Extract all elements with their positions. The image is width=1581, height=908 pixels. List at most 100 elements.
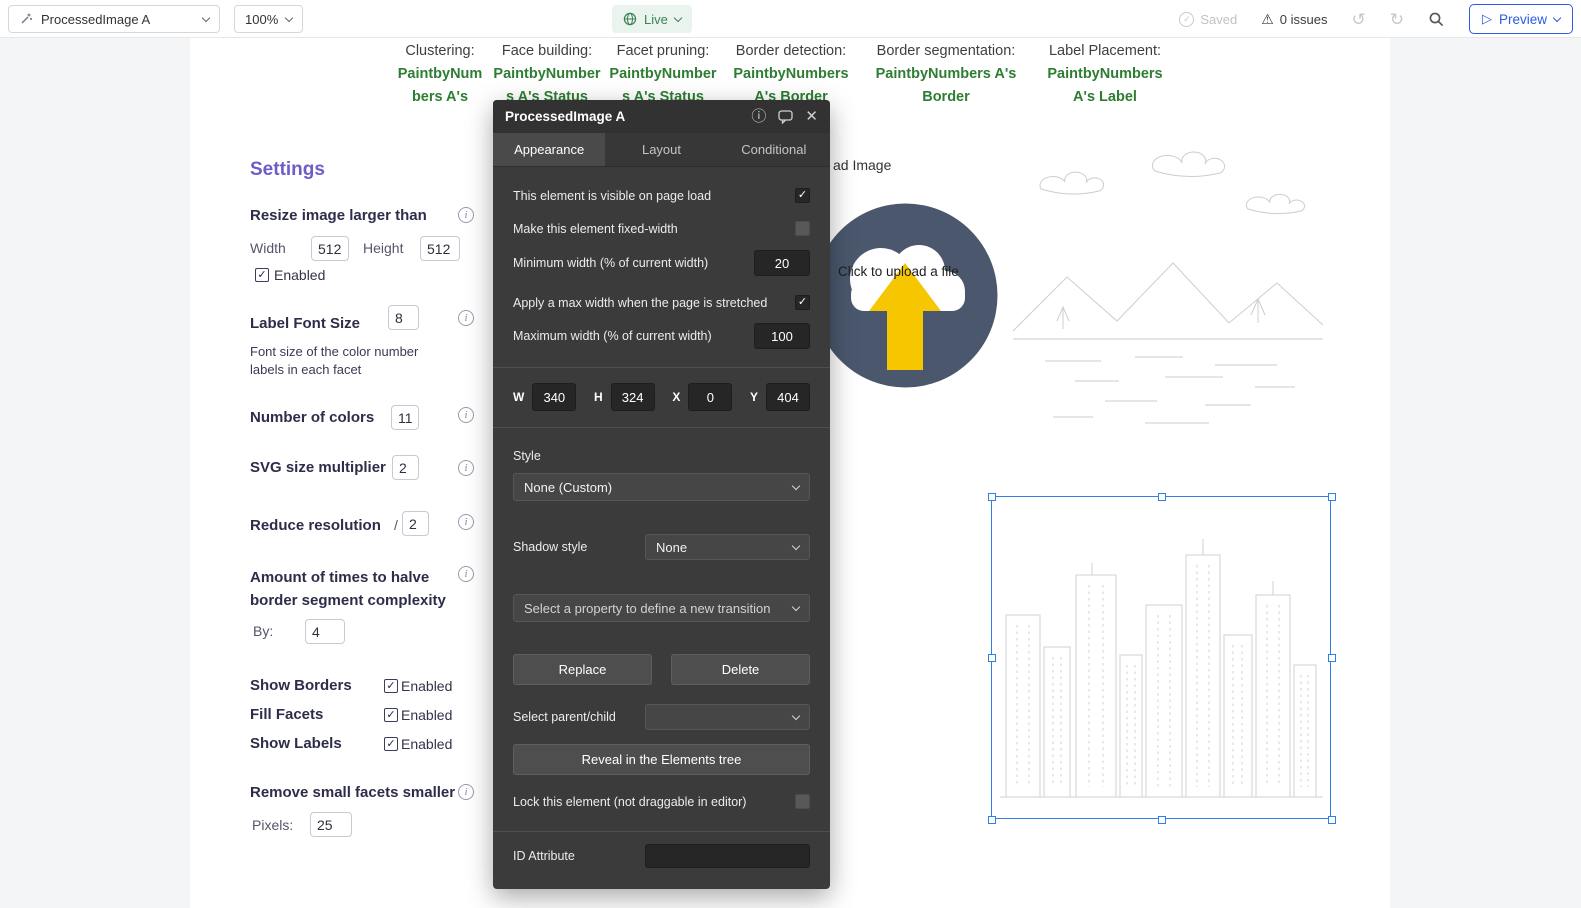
- svg-multiplier-input[interactable]: [392, 455, 419, 480]
- undo-button[interactable]: ↺: [1351, 11, 1365, 28]
- pixels-label: Pixels:: [252, 817, 294, 833]
- resize-handle-top-right[interactable]: [1328, 493, 1336, 501]
- resize-handle-middle-left[interactable]: [988, 654, 996, 662]
- width-dim-input[interactable]: [532, 383, 577, 411]
- fixed-width-row: Make this element fixed-width: [513, 221, 810, 236]
- resize-handle-top-center[interactable]: [1158, 493, 1166, 501]
- width-input[interactable]: [311, 236, 349, 261]
- min-width-input[interactable]: [754, 250, 810, 276]
- status-text-label-placement[interactable]: Label Placement: PaintbyNumbers A's Labe…: [1040, 40, 1170, 109]
- remove-small-facets-label: Remove small facets smaller: [250, 784, 456, 801]
- zoom-dropdown[interactable]: 100%: [234, 5, 304, 33]
- delete-button[interactable]: Delete: [671, 654, 810, 685]
- tab-layout[interactable]: Layout: [605, 133, 717, 166]
- fixed-width-checkbox[interactable]: [795, 221, 810, 236]
- info-icon[interactable]: i: [458, 784, 474, 800]
- y-dim-input[interactable]: [766, 383, 810, 411]
- number-of-colors-input[interactable]: [391, 405, 419, 430]
- reduce-resolution-label: Reduce resolution: [250, 517, 381, 534]
- resize-handle-middle-right[interactable]: [1328, 654, 1336, 662]
- status-text-face-building[interactable]: Face building: PaintbyNumbers A's Status: [492, 40, 602, 109]
- info-icon[interactable]: i: [458, 514, 474, 530]
- resize-handle-bottom-center[interactable]: [1158, 816, 1166, 824]
- visible-on-load-row: This element is visible on page load ✓: [513, 188, 810, 203]
- parent-child-dropdown[interactable]: [645, 704, 810, 730]
- show-borders-enabled-label: Enabled: [401, 678, 453, 694]
- id-attribute-label: ID Attribute: [513, 849, 575, 863]
- replace-button[interactable]: Replace: [513, 654, 652, 685]
- reveal-in-tree-button[interactable]: Reveal in the Elements tree: [513, 744, 810, 775]
- info-icon[interactable]: i: [458, 460, 474, 476]
- chevron-down-icon: [1552, 13, 1562, 22]
- max-width-toggle-row: Apply a max width when the page is stret…: [513, 295, 810, 310]
- upload-click-text[interactable]: Click to upload a file: [838, 264, 968, 279]
- upload-file-widget[interactable]: [813, 203, 998, 388]
- show-labels-checkbox[interactable]: ✓: [384, 737, 398, 751]
- zoom-value: 100%: [245, 11, 279, 27]
- close-icon[interactable]: ✕: [805, 109, 818, 124]
- fill-facets-checkbox[interactable]: ✓: [384, 708, 398, 722]
- processed-image-sketch[interactable]: [1005, 125, 1330, 455]
- divider: [493, 427, 830, 428]
- visible-on-load-label: This element is visible on page load: [513, 188, 712, 203]
- max-width-input[interactable]: [754, 323, 810, 349]
- info-icon[interactable]: ⓘ: [751, 109, 766, 124]
- x-dim-input[interactable]: [688, 383, 733, 411]
- resize-handle-bottom-right[interactable]: [1328, 816, 1336, 824]
- lock-element-label: Lock this element (not draggable in edit…: [513, 794, 747, 809]
- status-text-facet-pruning[interactable]: Facet pruning: PaintbyNumbers A's Status: [608, 40, 718, 109]
- property-panel-tabs: Appearance Layout Conditional: [493, 133, 830, 167]
- max-width-row: Maximum width (% of current width): [513, 323, 810, 349]
- resize-enabled-checkbox[interactable]: ✓: [255, 268, 269, 282]
- height-dim-input[interactable]: [610, 383, 655, 411]
- max-width-label: Maximum width (% of current width): [513, 329, 712, 343]
- save-status: ✓ Saved: [1179, 11, 1237, 27]
- info-icon[interactable]: i: [458, 310, 474, 326]
- environment-dropdown[interactable]: Live: [612, 5, 692, 33]
- redo-button[interactable]: ↻: [1390, 11, 1404, 28]
- show-labels-enabled-label: Enabled: [401, 736, 453, 752]
- settings-heading: Settings: [250, 159, 325, 180]
- min-width-label: Minimum width (% of current width): [513, 256, 709, 270]
- visible-on-load-checkbox[interactable]: ✓: [795, 188, 810, 203]
- show-borders-checkbox[interactable]: ✓: [384, 679, 398, 693]
- resize-enabled-label: Enabled: [274, 267, 326, 283]
- height-input[interactable]: [420, 236, 460, 261]
- element-selector-dropdown[interactable]: ProcessedImage A: [8, 5, 220, 33]
- info-icon[interactable]: i: [458, 566, 474, 582]
- status-text-border-segmentation[interactable]: Border segmentation: PaintbyNumbers A's …: [861, 40, 1031, 109]
- lock-element-checkbox[interactable]: [795, 794, 810, 809]
- svg-multiplier-label: SVG size multiplier: [250, 459, 386, 476]
- max-width-toggle-checkbox[interactable]: ✓: [795, 295, 810, 310]
- shadow-style-dropdown[interactable]: None: [645, 534, 810, 560]
- resize-handle-top-left[interactable]: [988, 493, 996, 501]
- tab-conditional[interactable]: Conditional: [718, 133, 830, 166]
- preview-button[interactable]: ▷ Preview: [1468, 4, 1573, 34]
- property-panel-header[interactable]: ProcessedImage A ⓘ ✕: [493, 100, 830, 133]
- reduce-resolution-input[interactable]: [402, 511, 429, 536]
- halve-by-input[interactable]: [305, 619, 345, 644]
- preview-label: Preview: [1498, 11, 1547, 27]
- status-text-border-detection[interactable]: Border detection: PaintbyNumbers A's Bor…: [726, 40, 856, 109]
- info-icon[interactable]: i: [458, 407, 474, 423]
- selected-processed-image-element[interactable]: [988, 493, 1336, 824]
- search-icon[interactable]: [1428, 11, 1445, 28]
- status-title: Clustering:: [405, 43, 475, 59]
- info-icon[interactable]: i: [458, 207, 474, 223]
- y-label: Y: [749, 390, 758, 404]
- id-attribute-input[interactable]: [645, 844, 810, 868]
- resize-handle-bottom-left[interactable]: [988, 816, 996, 824]
- label-font-size-input[interactable]: [388, 305, 419, 330]
- x-label: X: [672, 390, 681, 404]
- bubble-editor: ProcessedImage A 100% Live ✓ Saved ⚠ 0 i…: [0, 0, 1581, 908]
- status-text-clustering[interactable]: Clustering: PaintbyNumbers A's: [395, 40, 485, 109]
- style-dropdown[interactable]: None (Custom): [513, 473, 810, 501]
- issues-label: 0 issues: [1279, 11, 1328, 27]
- comment-icon[interactable]: [778, 109, 794, 124]
- parent-child-row: Select parent/child: [513, 704, 810, 730]
- issues-button[interactable]: ⚠ 0 issues: [1261, 11, 1327, 28]
- chevron-down-icon: [201, 13, 211, 22]
- tab-appearance[interactable]: Appearance: [493, 133, 606, 166]
- pixels-input[interactable]: [310, 812, 352, 837]
- transition-dropdown[interactable]: Select a property to define a new transi…: [513, 594, 810, 622]
